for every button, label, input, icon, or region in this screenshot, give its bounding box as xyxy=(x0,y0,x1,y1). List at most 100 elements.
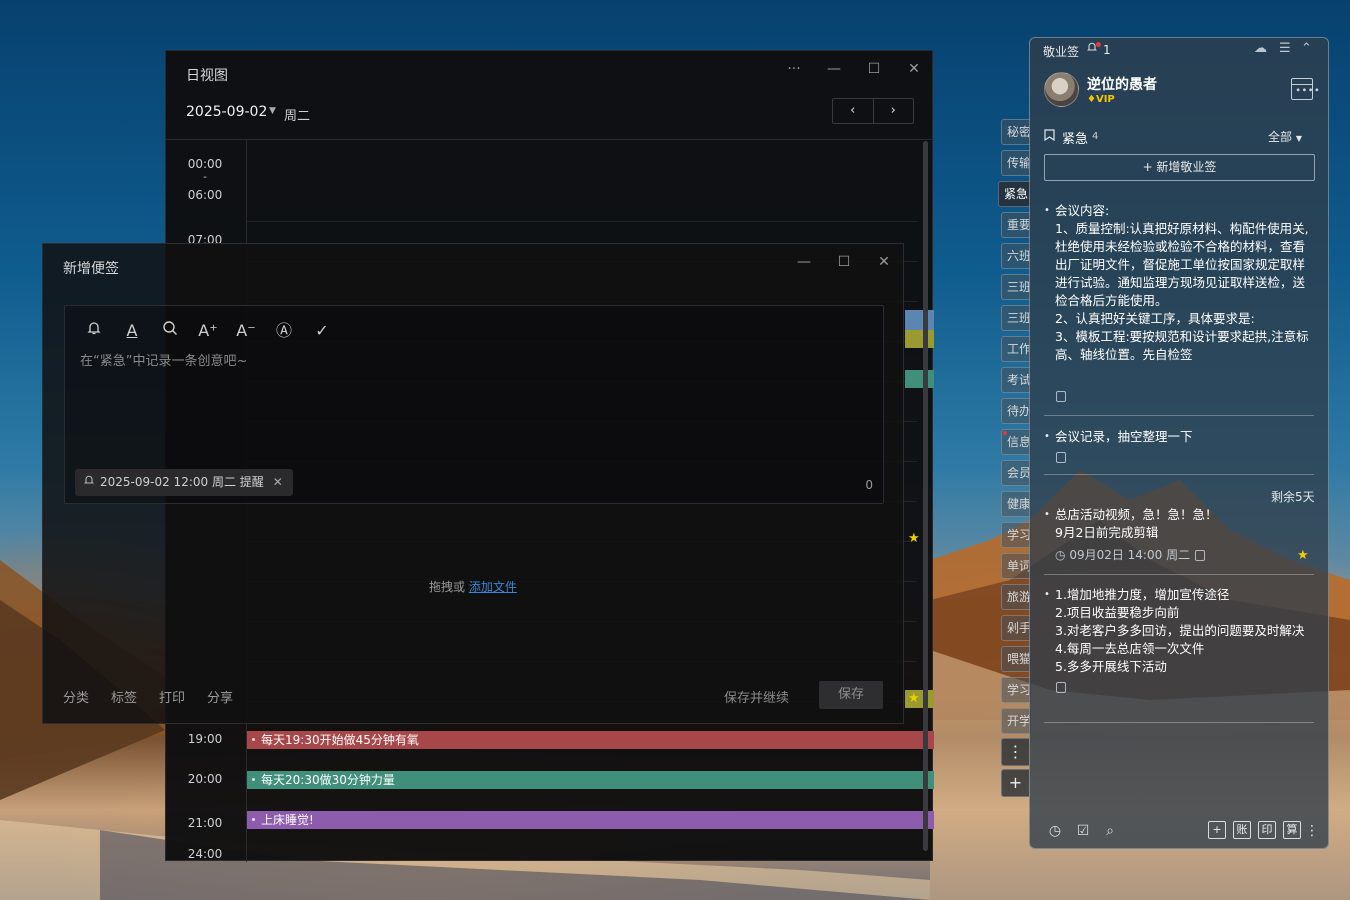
unread-dot xyxy=(1003,431,1007,435)
category-count: 4 xyxy=(1092,131,1099,142)
add-tab-button[interactable]: + xyxy=(1001,769,1029,797)
close-button[interactable]: ✕ xyxy=(872,254,896,270)
prev-day-button[interactable]: ‹ xyxy=(833,99,873,123)
divider xyxy=(1044,722,1314,723)
tab-class-three[interactable]: 三班 xyxy=(1001,274,1031,300)
close-button[interactable]: ✕ xyxy=(902,61,926,77)
tab-member[interactable]: 会员 xyxy=(1001,460,1031,486)
tab-secret[interactable]: 秘密 xyxy=(1001,119,1031,145)
tab-shopping[interactable]: 剁手 xyxy=(1001,615,1031,641)
close-icon[interactable]: ✕ xyxy=(273,469,283,496)
tab-work[interactable]: 工作 xyxy=(1001,336,1031,362)
time-label: - xyxy=(203,172,207,183)
category-button[interactable]: 分类 xyxy=(63,687,89,706)
tab-health[interactable]: 健康 xyxy=(1001,491,1031,517)
more-icon[interactable]: ⋮ xyxy=(1303,822,1321,840)
note-editor[interactable]: A A⁺ A⁻ Ⓐ ✓ 在“紧急”中记录一条创意吧~ 2025-09-02 12… xyxy=(64,305,884,504)
reminder-text: 2025-09-02 12:00 周二 提醒 xyxy=(100,475,264,489)
checklist-icon[interactable]: ☑ xyxy=(1074,822,1092,840)
note-meta xyxy=(1044,680,1316,694)
search-icon[interactable] xyxy=(159,320,181,342)
tab-class-six[interactable]: 六班 xyxy=(1001,243,1031,269)
star-icon[interactable]: ★ xyxy=(1297,548,1309,563)
lock-icon[interactable] xyxy=(1056,391,1066,402)
file-drop-zone[interactable]: 拖拽或 添加文件 xyxy=(429,578,517,595)
tab-words[interactable]: 单词 xyxy=(1001,553,1031,579)
avatar[interactable] xyxy=(1044,72,1079,107)
tab-travel[interactable]: 旅游 xyxy=(1001,584,1031,610)
chevron-down-icon[interactable]: ▼ xyxy=(269,106,276,116)
date-picker[interactable]: 2025-09-02 xyxy=(186,104,267,120)
calculator-icon[interactable]: 算 xyxy=(1283,821,1301,839)
account-icon[interactable]: 账 xyxy=(1233,821,1251,839)
font-decrease-icon[interactable]: A⁻ xyxy=(235,320,257,342)
minimize-button[interactable]: — xyxy=(792,254,816,270)
new-note-dialog: 新增便签 — ☐ ✕ A A⁺ A⁻ Ⓐ ✓ 在“紧急”中记录一条创意吧~ 20… xyxy=(42,243,904,724)
bell-icon xyxy=(83,469,95,496)
clock-icon[interactable]: ◷ xyxy=(1046,822,1064,840)
tab-feed-cat[interactable]: 喂猫 xyxy=(1001,646,1031,672)
lock-icon[interactable] xyxy=(1056,452,1066,463)
filter-dropdown[interactable]: 全部 ▼ xyxy=(1268,128,1302,145)
reminder-chip[interactable]: 2025-09-02 12:00 周二 提醒 ✕ xyxy=(75,469,293,496)
username[interactable]: 逆位的愚者 xyxy=(1087,74,1157,94)
time-label: 19:00 xyxy=(187,732,223,746)
maximize-button[interactable]: ☐ xyxy=(832,254,856,270)
collapse-icon[interactable]: ⌃ xyxy=(1301,41,1312,56)
tab-study[interactable]: 学习 xyxy=(1001,522,1031,548)
calendar-icon[interactable] xyxy=(1291,78,1320,100)
note-item[interactable]: 会议内容: 1、质量控制:认真把好原材料、构配件使用关,杜绝使用未经检验或检验不… xyxy=(1044,202,1316,412)
maximize-button[interactable]: ☐ xyxy=(862,61,886,77)
more-options-button[interactable]: ··· xyxy=(782,61,806,77)
add-file-link[interactable]: 添加文件 xyxy=(469,580,517,594)
event-bar[interactable] xyxy=(905,330,934,348)
scrollbar[interactable] xyxy=(923,141,928,851)
text-color-icon[interactable]: A xyxy=(121,320,143,342)
time-label: 24:00 xyxy=(187,847,223,861)
lock-icon[interactable] xyxy=(1194,550,1205,561)
tab-important[interactable]: 重要 xyxy=(1001,212,1031,238)
font-increase-icon[interactable]: A⁺ xyxy=(197,320,219,342)
tab-info[interactable]: 信息 xyxy=(1001,429,1031,455)
event-aerobic[interactable]: 每天19:30开始做45分钟有氧 xyxy=(247,731,934,749)
note-input-placeholder[interactable]: 在“紧急”中记录一条创意吧~ xyxy=(80,350,247,369)
tab-transfer[interactable]: 传输 xyxy=(1001,150,1031,176)
tab-study-b[interactable]: 学习 xyxy=(1001,677,1031,703)
note-panel: 敬业签 1 ☁ ☰ ⌃ 逆位的愚者 ♦VIP 紧急 4 全部 ▼ + 新增敬业签… xyxy=(1029,37,1329,849)
cloud-sync-icon[interactable]: ☁ xyxy=(1254,41,1267,56)
bookmark-icon xyxy=(1044,129,1055,144)
print-button[interactable]: 打印 xyxy=(159,687,185,706)
tab-todo[interactable]: 待办 xyxy=(1001,398,1031,424)
tab-exam[interactable]: 考试 xyxy=(1001,367,1031,393)
save-button[interactable]: 保存 xyxy=(819,681,883,709)
tab-urgent[interactable]: 紧急 xyxy=(998,181,1031,207)
chevron-down-icon: ▼ xyxy=(1295,134,1302,143)
event-bar[interactable] xyxy=(905,370,934,388)
tab-school-start[interactable]: 开学 xyxy=(1001,708,1031,734)
share-button[interactable]: 分享 xyxy=(207,687,233,706)
note-item[interactable]: 总店活动视频，急！急！急！ 9月2日前完成剪辑 ◷ 09月02日 14:00 周… xyxy=(1044,506,1316,563)
more-tabs-button[interactable]: ⋮ xyxy=(1001,738,1029,766)
bell-icon[interactable] xyxy=(83,320,105,342)
event-strength[interactable]: 每天20:30做30分钟力量 xyxy=(247,771,934,789)
note-item[interactable]: 会议记录，抽空整理一下 xyxy=(1044,428,1316,464)
clock-icon: ◷ xyxy=(1055,548,1066,562)
next-day-button[interactable]: › xyxy=(872,99,914,123)
add-icon[interactable]: + xyxy=(1208,821,1226,839)
tab-class-three-b[interactable]: 三班 xyxy=(1001,305,1031,331)
note-item[interactable]: 1.增加地推力度，增加宣传途径 2.项目收益要稳步向前 3.对老客户多多回访，提… xyxy=(1044,586,1316,694)
search-icon[interactable]: ⌕ xyxy=(1101,822,1119,840)
event-bar[interactable] xyxy=(905,310,934,330)
print-icon[interactable]: 印 xyxy=(1258,821,1276,839)
format-icon[interactable]: Ⓐ xyxy=(273,320,295,342)
tags-button[interactable]: 标签 xyxy=(111,687,137,706)
save-continue-button[interactable]: 保存并继续 xyxy=(724,687,789,706)
weekday-label: 周二 xyxy=(284,109,311,124)
event-sleep[interactable]: 上床睡觉! xyxy=(247,811,934,829)
check-icon[interactable]: ✓ xyxy=(311,320,333,342)
lock-icon[interactable] xyxy=(1056,682,1066,693)
minimize-button[interactable]: — xyxy=(822,61,846,77)
add-note-button[interactable]: + 新增敬业签 xyxy=(1044,154,1315,181)
note-text: 会议记录，抽空整理一下 xyxy=(1044,428,1316,446)
menu-icon[interactable]: ☰ xyxy=(1279,41,1291,56)
